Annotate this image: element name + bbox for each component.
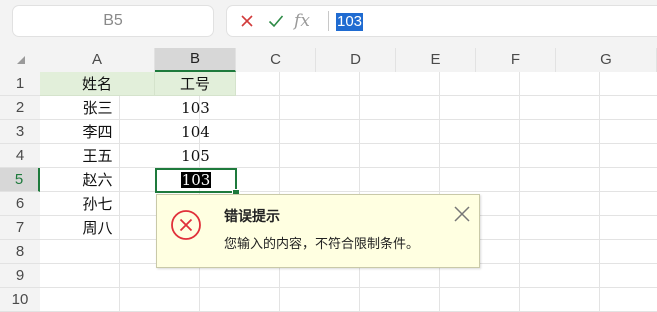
row-header-1[interactable]: 1 <box>0 72 40 96</box>
row-header-4[interactable]: 4 <box>0 144 40 168</box>
cell-a1[interactable]: 姓名 <box>40 72 155 96</box>
cell-a7[interactable]: 周八 <box>40 216 155 240</box>
row-header-2[interactable]: 2 <box>0 96 40 120</box>
cell-a3[interactable]: 李四 <box>40 120 155 144</box>
row-header-5[interactable]: 5 <box>0 168 40 192</box>
column-header-g[interactable]: G <box>556 48 657 72</box>
cell-b1[interactable]: 工号 <box>155 72 236 96</box>
insert-function-icon[interactable]: fx <box>291 6 313 36</box>
cell-a2[interactable]: 张三 <box>40 96 155 120</box>
name-box[interactable] <box>12 5 214 37</box>
cell-b2[interactable]: 103 <box>155 96 236 120</box>
row-header-8[interactable]: 8 <box>0 240 40 264</box>
formula-separator <box>328 11 329 31</box>
close-icon[interactable] <box>453 205 471 223</box>
row-header-3[interactable]: 3 <box>0 120 40 144</box>
column-header-a[interactable]: A <box>40 48 155 72</box>
column-header-b[interactable]: B <box>155 48 236 72</box>
error-circle-x-icon <box>170 209 202 241</box>
cell-b5-editing-value[interactable]: 103 <box>180 172 212 188</box>
formula-input[interactable]: 103 <box>336 13 364 31</box>
cancel-icon[interactable] <box>237 6 257 36</box>
enter-check-icon[interactable] <box>266 6 286 36</box>
cell-b5-active[interactable]: 103 <box>155 168 237 193</box>
select-all-icon[interactable] <box>17 56 25 64</box>
name-box-input[interactable] <box>13 6 213 36</box>
column-header-c[interactable]: C <box>236 48 316 72</box>
cell-b4[interactable]: 105 <box>155 144 236 168</box>
row-header-9[interactable]: 9 <box>0 264 40 288</box>
select-all-corner[interactable] <box>0 48 40 72</box>
column-header-d[interactable]: D <box>316 48 396 72</box>
cell-a6[interactable]: 孙七 <box>40 192 155 216</box>
row-header-10[interactable]: 10 <box>0 288 40 312</box>
error-message: 您输入的内容，不符合限制条件。 <box>224 237 420 252</box>
error-title: 错误提示 <box>224 209 280 225</box>
column-header-f[interactable]: F <box>476 48 556 72</box>
cell-b3[interactable]: 104 <box>155 120 236 144</box>
row-header-6[interactable]: 6 <box>0 192 40 216</box>
column-header-e[interactable]: E <box>396 48 476 72</box>
error-tooltip: 错误提示 您输入的内容，不符合限制条件。 <box>156 194 480 268</box>
cell-a5[interactable]: 赵六 <box>40 168 155 192</box>
row-header-7[interactable]: 7 <box>0 216 40 240</box>
formula-bar[interactable]: fx 103 <box>226 5 657 37</box>
cell-a4[interactable]: 王五 <box>40 144 155 168</box>
